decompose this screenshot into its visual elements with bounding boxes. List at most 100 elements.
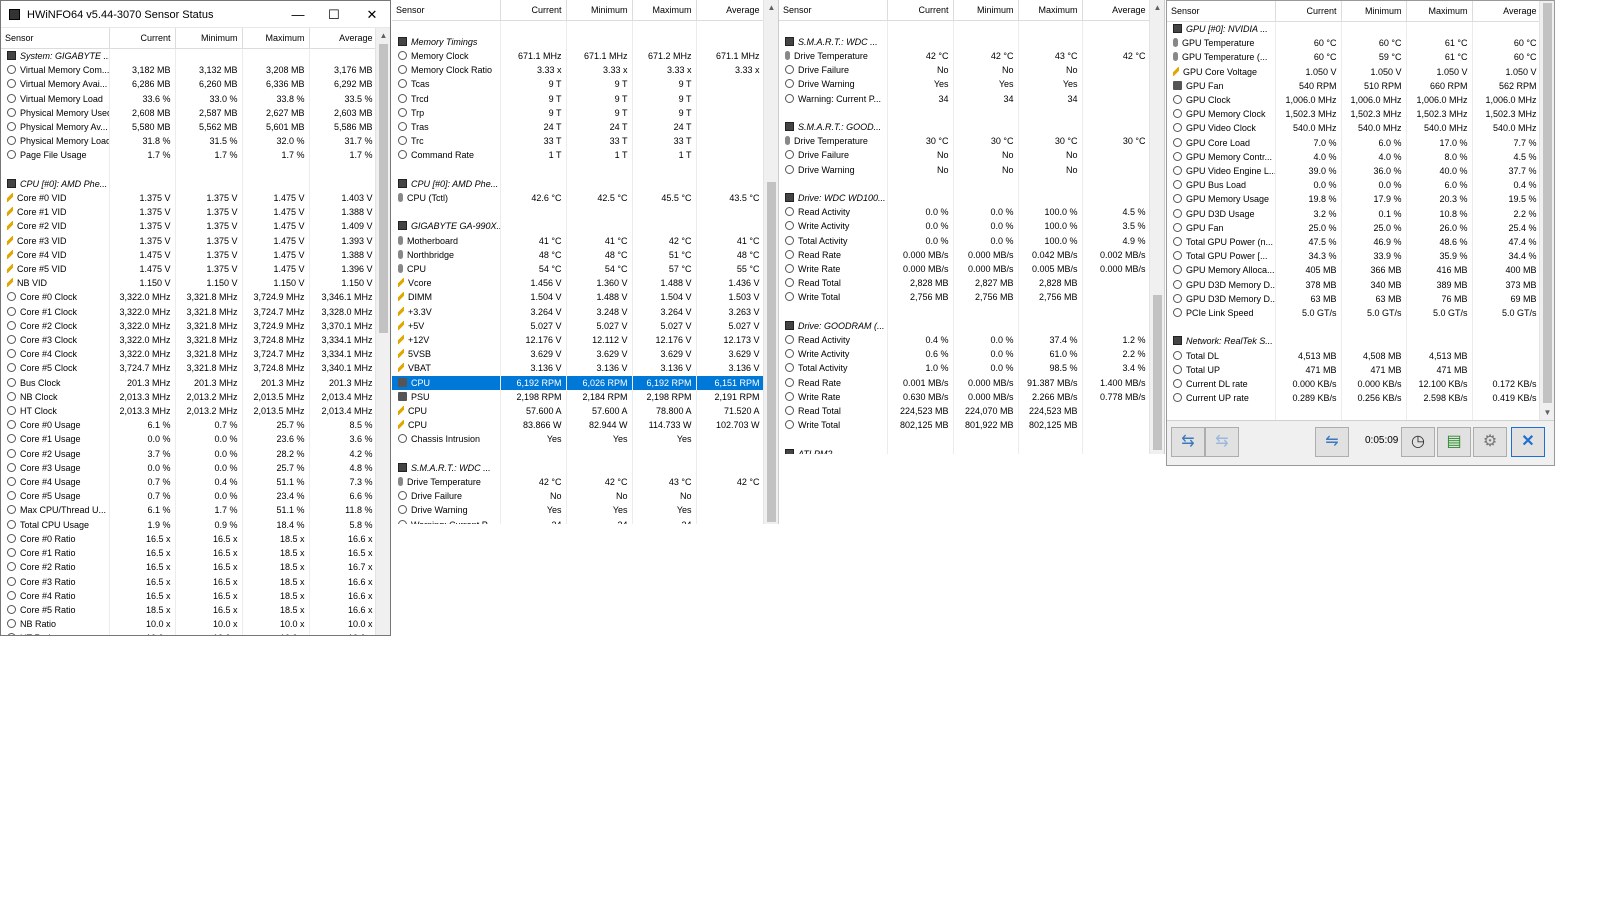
column-header[interactable]: Average <box>309 28 375 49</box>
close-button[interactable]: ✕ <box>355 4 389 26</box>
sensor-row[interactable]: CPU (Tctl) 42.6 °C 42.5 °C 45.5 °C 43.5 °C <box>392 190 763 206</box>
sensor-row[interactable]: Core #5 VID 1.475 V 1.375 V 1.475 V 1.396 V <box>1 262 375 277</box>
sensor-row[interactable]: CPU 6,192 RPM 6,026 RPM 6,192 RPM 6,151 RPM <box>392 375 763 390</box>
sensor-row[interactable]: Drive Failure No No No <box>779 63 1149 78</box>
sensor-row[interactable]: GPU Memory Contr... 4.0 % 4.0 % 8.0 % 4.5 % <box>1167 149 1539 165</box>
sensor-row[interactable]: Core #1 Usage 0.0 % 0.0 % 23.6 % 3.6 % <box>1 432 375 447</box>
sensor-row[interactable]: GPU Video Engine L... 39.0 % 36.0 % 40.0 % 3… <box>1167 164 1539 179</box>
sensor-row[interactable]: VBAT 3.136 V 3.136 V 3.136 V 3.136 V <box>392 361 763 376</box>
sensor-row[interactable]: Write Rate 0.000 MB/s 0.000 MB/s 0.005 MB/s… <box>779 261 1149 277</box>
sensor-row[interactable]: Bus Clock 201.3 MHz 201.3 MHz 201.3 MHz 201.… <box>1 375 375 390</box>
sensor-row[interactable]: Read Total 224,523 MB 224,070 MB 224,523 MB <box>779 403 1149 419</box>
prev-sensor-button[interactable]: ⇆ <box>1171 427 1205 457</box>
sensor-row[interactable]: GPU Memory Alloca... 405 MB 366 MB 416 MB 40… <box>1167 263 1539 278</box>
vertical-scrollbar[interactable]: ▲ <box>763 0 778 524</box>
sensor-row[interactable]: Read Rate 0.000 MB/s 0.000 MB/s 0.042 MB/s 0… <box>779 247 1149 262</box>
sensor-row[interactable]: GPU Fan 540 RPM 510 RPM 660 RPM 562 RPM <box>1167 78 1539 94</box>
column-header[interactable]: Current <box>500 0 567 21</box>
sensor-group-row[interactable]: S.M.A.R.T.: WDC ... <box>779 34 1149 49</box>
sensor-row[interactable]: Total Activity 0.0 % 0.0 % 100.0 % 4.9 % <box>779 233 1149 248</box>
sensor-row[interactable]: Read Rate 0.001 MB/s 0.000 MB/s 91.387 MB/s… <box>779 375 1149 390</box>
sensor-row[interactable]: Core #4 VID 1.475 V 1.375 V 1.475 V 1.388 V <box>1 247 375 263</box>
sensor-row[interactable]: PSU 2,198 RPM 2,184 RPM 2,198 RPM 2,191 RPM <box>392 389 763 404</box>
maximize-button[interactable]: ☐ <box>317 4 351 26</box>
title-bar[interactable]: HWiNFO64 v5.44-3070 Sensor Status — ☐ ✕ <box>1 1 390 28</box>
sensor-group-row[interactable]: GPU [#0]: NVIDIA ... <box>1167 21 1539 37</box>
sensor-group-row[interactable]: S.M.A.R.T.: GOOD... <box>779 119 1149 135</box>
vertical-scrollbar[interactable]: ▲ <box>375 28 390 635</box>
column-header[interactable]: Maximum <box>242 28 310 49</box>
close-sensor-button[interactable]: ✕ <box>1511 427 1545 457</box>
sensor-group-row[interactable]: Memory Timings <box>392 34 763 49</box>
sensor-row[interactable]: Core #2 Usage 3.7 % 0.0 % 28.2 % 4.2 % <box>1 446 375 461</box>
sensor-row[interactable]: Virtual Memory Avai... 6,286 MB 6,260 MB 6,… <box>1 77 375 92</box>
sensor-row[interactable]: Current DL rate 0.000 KB/s 0.000 KB/s 12.10… <box>1167 377 1539 392</box>
column-header[interactable]: Minimum <box>175 28 243 49</box>
clock-icon[interactable]: ◷ <box>1401 427 1435 457</box>
sensor-row[interactable]: Physical Memory Av... 5,580 MB 5,562 MB 5,6… <box>1 120 375 135</box>
sensor-row[interactable]: Memory Clock Ratio 3.33 x 3.33 x 3.33 x 3.33… <box>392 63 763 78</box>
sensor-row[interactable]: HT Ratio10.0 x10.0 x10.0 x10.0 x <box>1 631 375 635</box>
sensor-row[interactable]: Vcore 1.456 V 1.360 V 1.488 V 1.436 V <box>392 276 763 291</box>
sensor-row[interactable]: GPU Core Load 7.0 % 6.0 % 17.0 % 7.7 % <box>1167 135 1539 150</box>
sensor-row[interactable]: Warning: Current P...343434 <box>779 91 1149 106</box>
sensor-group-row[interactable]: CPU [#0]: AMD Phe... <box>1 176 375 192</box>
sensor-row[interactable]: GPU Fan 25.0 % 25.0 % 26.0 % 25.4 % <box>1167 220 1539 236</box>
scroll-up-arrow[interactable]: ▲ <box>1150 0 1164 15</box>
column-header[interactable]: Average <box>1082 0 1149 21</box>
sensor-row[interactable]: GPU D3D Memory D... 378 MB 340 MB 389 MB 373… <box>1167 277 1539 292</box>
sensor-group-row[interactable]: Network: RealTek S... <box>1167 334 1539 349</box>
sensor-row[interactable]: GPU Memory Clock 1,502.3 MHz 1,502.3 MHz 1,… <box>1167 107 1539 122</box>
sensor-row[interactable]: Drive Failure No No No <box>392 489 763 504</box>
column-header[interactable]: Sensor <box>779 0 888 21</box>
sensor-row[interactable]: Trc 33 T 33 T 33 T <box>392 134 763 149</box>
sensor-row[interactable]: Drive Temperature 42 °C 42 °C 43 °C 42 °C <box>392 474 763 490</box>
sensor-row[interactable]: Max CPU/Thread U... 6.1 % 1.7 % 51.1 % 11.8 … <box>1 503 375 518</box>
sensor-row[interactable]: Physical Memory Load 31.8 % 31.5 % 32.0 % 31… <box>1 134 375 149</box>
sensor-row[interactable]: +3.3V 3.264 V 3.248 V 3.264 V 3.263 V <box>392 304 763 319</box>
sensor-row[interactable]: Virtual Memory Com... 3,182 MB 3,132 MB 3,2… <box>1 63 375 78</box>
column-header[interactable]: Maximum <box>1406 1 1473 22</box>
column-header[interactable]: Sensor <box>392 0 501 21</box>
sensor-row[interactable]: GPU D3D Usage 3.2 % 0.1 % 10.8 % 2.2 % <box>1167 206 1539 221</box>
sensor-group-row[interactable]: System: GIGABYTE ... <box>1 48 375 64</box>
column-header[interactable]: Current <box>109 28 176 49</box>
next-sensor-button[interactable]: ⇆ <box>1205 427 1239 457</box>
scroll-thumb[interactable] <box>767 182 776 522</box>
sensor-row[interactable]: Drive Warning No No No <box>779 162 1149 177</box>
sensor-row[interactable]: NB VID 1.150 V 1.150 V 1.150 V 1.150 V <box>1 276 375 291</box>
column-header[interactable]: Average <box>1472 1 1539 22</box>
column-header[interactable]: Minimum <box>953 0 1019 21</box>
column-header[interactable]: Current <box>1275 1 1342 22</box>
sensor-row[interactable]: Current UP rate 0.289 KB/s 0.256 KB/s 2.598… <box>1167 391 1539 406</box>
sensor-group-row[interactable]: S.M.A.R.T.: WDC ... <box>392 460 763 475</box>
sensor-row[interactable]: Drive Warning Yes Yes Yes <box>392 503 763 518</box>
sensor-row[interactable]: +5V 5.027 V 5.027 V 5.027 V 5.027 V <box>392 318 763 333</box>
sensor-row[interactable]: NB Ratio 10.0 x 10.0 x 10.0 x 10.0 x <box>1 617 375 632</box>
sensor-row[interactable]: Core #4 Usage 0.7 % 0.4 % 51.1 % 7.3 % <box>1 475 375 490</box>
sensor-row[interactable]: GPU Core Voltage 1.050 V 1.050 V 1.050 V 1.0… <box>1167 64 1539 79</box>
sensor-row[interactable]: Core #1 VID 1.375 V 1.375 V 1.475 V 1.388 V <box>1 205 375 220</box>
sensor-row[interactable]: GPU D3D Memory D... 63 MB 63 MB 76 MB 69 MB <box>1167 291 1539 307</box>
sensor-row[interactable]: Core #3 Clock 3,322.0 MHz 3,321.8 MHz 3,724… <box>1 333 375 348</box>
settings-gear-icon[interactable]: ⚙ <box>1473 427 1507 457</box>
sensor-row[interactable]: Write Activity 0.6 % 0.0 % 61.0 % 2.2 % <box>779 347 1149 362</box>
sensor-row[interactable]: Warning: Current P...343434 <box>392 517 763 524</box>
column-header[interactable]: Maximum <box>1018 0 1083 21</box>
vertical-scrollbar[interactable]: ▲ <box>1149 0 1164 454</box>
sensor-row[interactable]: Trp 9 T9 T9 T <box>392 105 763 120</box>
sensor-row[interactable]: Core #5 Ratio 18.5 x 16.5 x 18.5 x 16.6 x <box>1 602 375 618</box>
sensor-group-row[interactable]: CPU [#0]: AMD Phe... <box>392 176 763 191</box>
sensor-group-row[interactable]: Drive: GOODRAM (... <box>779 318 1149 333</box>
sensor-row[interactable]: Chassis Intrusion Yes Yes Yes <box>392 432 763 447</box>
column-header[interactable]: Minimum <box>566 0 633 21</box>
sensor-row[interactable]: Memory Clock 671.1 MHz 671.1 MHz 671.2 MHz 6… <box>392 48 763 64</box>
sensor-row[interactable]: Total UP 471 MB 471 MB 471 MB <box>1167 362 1539 378</box>
sensor-row[interactable]: GPU Video Clock 540.0 MHz 540.0 MHz 540.0 M… <box>1167 121 1539 136</box>
sensor-row[interactable]: CPU 83.866 W 82.944 W 114.733 W 102.703 W <box>392 418 763 433</box>
column-header[interactable]: Sensor <box>1167 1 1276 22</box>
sensor-row[interactable]: Trcd 9 T9 T9 T <box>392 91 763 106</box>
sensor-row[interactable]: Drive Warning Yes Yes Yes <box>779 77 1149 92</box>
scroll-up-arrow[interactable]: ▲ <box>764 0 778 15</box>
sensor-row[interactable]: Write Rate 0.630 MB/s 0.000 MB/s 2.266 MB/s… <box>779 389 1149 404</box>
